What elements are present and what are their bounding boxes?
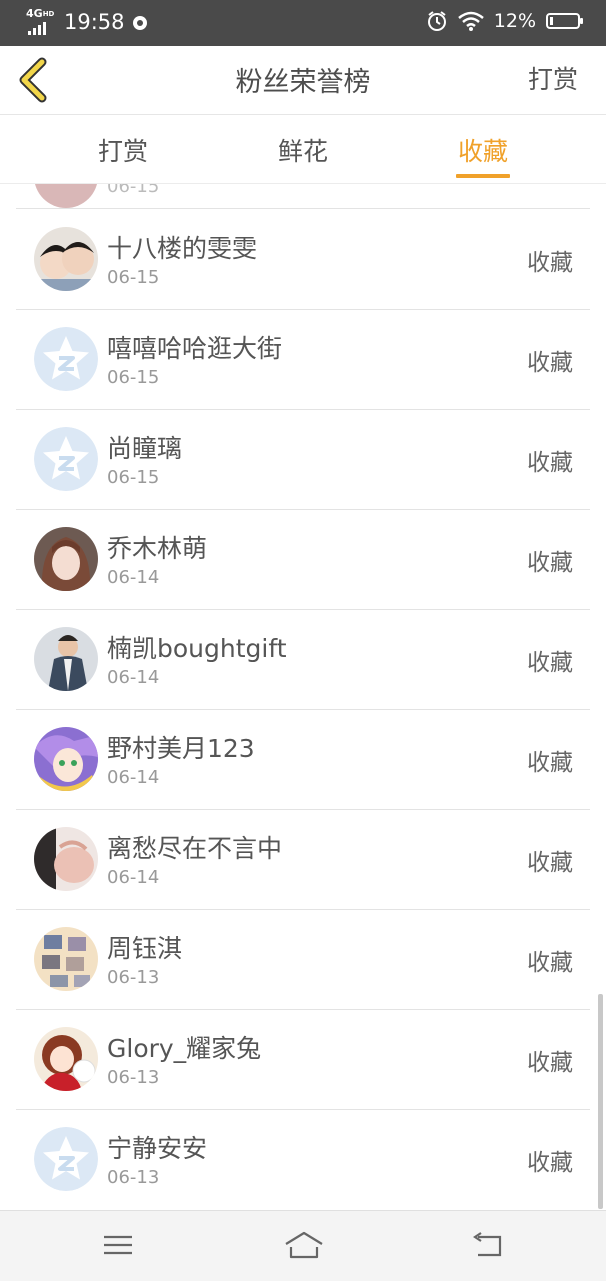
list-item-action: 收藏 <box>527 1150 573 1176</box>
list-item[interactable]: 野村美月123 06-14 收藏 <box>16 709 590 810</box>
return-icon <box>473 1232 502 1257</box>
reward-button[interactable]: 打赏 <box>528 60 578 96</box>
list-item-date: 06-13 <box>107 967 160 988</box>
scrollbar[interactable] <box>598 994 603 1209</box>
nav-bar: 粉丝荣誉榜 打赏 <box>0 46 606 115</box>
default-avatar-icon[interactable] <box>34 1127 98 1191</box>
back-nav-button[interactable] <box>470 1229 506 1261</box>
list-item[interactable]: Glory_耀家兔 06-13 收藏 <box>16 1009 590 1110</box>
list-item-name: Glory_耀家兔 <box>107 1034 262 1063</box>
list-item[interactable]: 离愁尽在不言中 06-14 收藏 <box>16 809 590 910</box>
list-item[interactable]: 周钰淇 06-13 收藏 <box>16 909 590 1010</box>
avatar[interactable] <box>34 727 98 791</box>
list-item[interactable]: 06-15 <box>16 184 590 209</box>
home-icon <box>285 1231 323 1259</box>
list-item-name: 尚瞳璃 <box>107 434 183 463</box>
default-avatar-icon[interactable] <box>34 427 98 491</box>
wifi-icon <box>457 11 484 31</box>
alarm-icon <box>427 11 446 31</box>
list-item[interactable]: 乔木林萌 06-14 收藏 <box>16 509 590 610</box>
avatar[interactable] <box>34 227 98 291</box>
clock: 19:58 <box>64 10 125 34</box>
list-item-date: 06-14 <box>107 667 160 688</box>
list-item-date: 06-13 <box>107 1067 160 1088</box>
avatar[interactable] <box>34 1027 98 1091</box>
list-item[interactable]: 尚瞳璃 06-15 收藏 <box>16 409 590 510</box>
list-item-name: 楠凯boughtgift <box>107 634 287 663</box>
page-title: 粉丝荣誉榜 <box>235 67 371 98</box>
list-item-action: 收藏 <box>527 1050 573 1076</box>
fan-list[interactable]: 06-15 十八楼的雯雯 06-15 收藏 嘻嘻哈哈逛大街 06-15 收藏 尚瞳璃 06-1… <box>0 184 606 1209</box>
battery-icon <box>546 13 583 29</box>
list-item-action: 收藏 <box>527 350 573 376</box>
list-item[interactable]: 十八楼的雯雯 06-15 收藏 <box>16 209 590 310</box>
list-item-name: 乔木林萌 <box>107 534 208 563</box>
status-bar: 4GHD 19:58 12% <box>0 0 606 46</box>
signal-icon: 4GHD <box>26 8 58 36</box>
home-button[interactable] <box>284 1229 324 1261</box>
avatar[interactable] <box>34 627 98 691</box>
tab-reward[interactable]: 打赏 <box>63 132 183 168</box>
list-item-name: 嘻嘻哈哈逛大街 <box>107 334 283 363</box>
list-item-name: 离愁尽在不言中 <box>107 834 283 863</box>
list-item-action: 收藏 <box>527 550 573 576</box>
list-item-date: 06-15 <box>107 467 160 488</box>
list-item-action: 收藏 <box>527 250 573 276</box>
list-item-name: 野村美月123 <box>107 734 255 763</box>
list-item-date: 06-14 <box>107 567 160 588</box>
avatar[interactable] <box>34 927 98 991</box>
list-item-date: 06-14 <box>107 867 160 888</box>
avatar <box>34 184 98 208</box>
battery-percent: 12% <box>493 10 536 32</box>
notification-icon <box>132 16 147 30</box>
avatar[interactable] <box>34 527 98 591</box>
menu-icon <box>104 1235 132 1255</box>
list-item-action: 收藏 <box>527 650 573 676</box>
list-item-action: 收藏 <box>527 950 573 976</box>
list-item-date: 06-14 <box>107 767 160 788</box>
avatar[interactable] <box>34 827 98 891</box>
list-item[interactable]: 宁静安安 06-13 收藏 <box>16 1109 590 1209</box>
tab-bar: 打赏 鲜花 收藏 <box>0 115 606 184</box>
list-item-action: 收藏 <box>527 850 573 876</box>
tab-favorites[interactable]: 收藏 <box>423 132 543 168</box>
list-item-date: 06-15 <box>107 184 160 197</box>
tab-flowers[interactable]: 鲜花 <box>243 132 363 168</box>
list-item-date: 06-15 <box>107 267 160 288</box>
list-item[interactable]: 嘻嘻哈哈逛大街 06-15 收藏 <box>16 309 590 410</box>
list-item-date: 06-15 <box>107 367 160 388</box>
list-item-date: 06-13 <box>107 1167 160 1188</box>
active-tab-indicator <box>456 174 510 178</box>
list-item[interactable]: 楠凯boughtgift 06-14 收藏 <box>16 609 590 710</box>
menu-button[interactable] <box>100 1229 136 1261</box>
system-nav-bar <box>0 1210 606 1281</box>
list-item-name: 宁静安安 <box>107 1134 208 1163</box>
default-avatar-icon[interactable] <box>34 327 98 391</box>
list-item-action: 收藏 <box>527 450 573 476</box>
list-item-name: 周钰淇 <box>107 934 183 963</box>
list-item-name: 十八楼的雯雯 <box>107 234 258 263</box>
list-item-action: 收藏 <box>527 750 573 776</box>
